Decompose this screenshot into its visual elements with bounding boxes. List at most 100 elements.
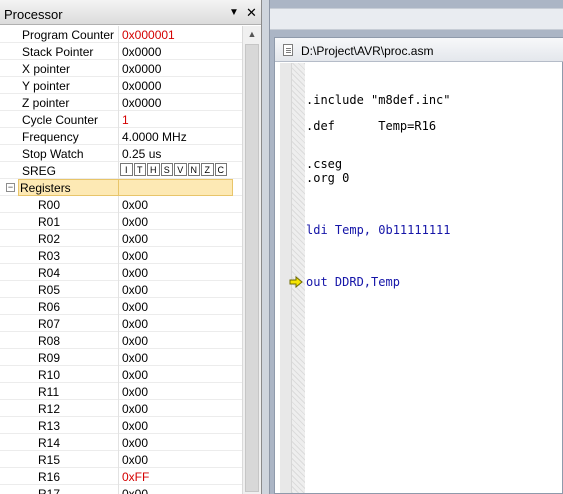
row-label: X pointer: [22, 62, 71, 76]
register-row-r02[interactable]: R02 0x00: [0, 230, 242, 247]
register-row-r13[interactable]: R13 0x00: [0, 417, 242, 434]
register-value: 0x00: [122, 436, 149, 450]
sreg-flag-z[interactable]: Z: [201, 163, 214, 176]
grid-row-cycle-counter[interactable]: Cycle Counter 1: [0, 111, 242, 128]
sreg-flag-c[interactable]: C: [214, 163, 227, 176]
register-value: 0x00: [122, 300, 149, 314]
register-row-r12[interactable]: R12 0x00: [0, 400, 242, 417]
scrollbar-thumb[interactable]: [245, 44, 259, 492]
grid-row-x-pointer[interactable]: X pointer 0x0000: [0, 60, 242, 77]
register-row-r17[interactable]: R17 0x00: [0, 485, 242, 494]
register-row-r06[interactable]: R06 0x00: [0, 298, 242, 315]
register-value: 0x00: [122, 453, 149, 467]
code-line[interactable]: .include "m8def.inc": [306, 93, 451, 107]
scroll-up-arrow-icon[interactable]: ▲: [243, 26, 261, 43]
register-name: R15: [38, 453, 61, 467]
register-row-r04[interactable]: R04 0x00: [0, 264, 242, 281]
document-icon: [283, 44, 293, 56]
register-name: R10: [38, 368, 61, 382]
row-label: SREG: [22, 164, 57, 178]
grid-row-stop-watch[interactable]: Stop Watch 0.25 us: [0, 145, 242, 162]
code-line[interactable]: .org 0: [306, 171, 349, 185]
register-row-r11[interactable]: R11 0x00: [0, 383, 242, 400]
row-value: 0x0000: [122, 79, 162, 93]
register-row-r03[interactable]: R03 0x00: [0, 247, 242, 264]
row-label: Frequency: [22, 130, 79, 144]
register-value: 0x00: [122, 351, 149, 365]
register-name: R11: [38, 385, 60, 399]
register-value: 0x00: [122, 283, 149, 297]
register-value: 0x00: [122, 334, 149, 348]
grid-row-z-pointer[interactable]: Z pointer 0x0000: [0, 94, 242, 111]
register-value: 0x00: [122, 215, 149, 229]
register-row-r07[interactable]: R07 0x00: [0, 315, 242, 332]
register-name: R12: [38, 402, 61, 416]
register-value: 0x00: [122, 249, 149, 263]
register-name: R13: [38, 419, 61, 433]
register-name: R14: [38, 436, 61, 450]
grid-row-program-counter[interactable]: Program Counter 0x000001: [0, 26, 242, 43]
row-value: 0x000001: [122, 28, 175, 42]
processor-property-grid: Program Counter 0x000001 Stack Pointer 0…: [0, 26, 242, 494]
register-value: 0xFF: [122, 470, 150, 484]
processor-panel-titlebar: Processor ▼ ✕: [0, 0, 261, 25]
dropdown-arrow-icon[interactable]: ▼: [229, 7, 239, 18]
register-value: 0x00: [122, 368, 149, 382]
grid-row-frequency[interactable]: Frequency 4.0000 MHz: [0, 128, 242, 145]
grid-group-registers[interactable]: − Registers: [0, 179, 242, 196]
row-label: Program Counter: [22, 28, 115, 42]
register-value: 0x00: [122, 198, 149, 212]
processor-panel: Processor ▼ ✕ Program Counter 0x000001 S…: [0, 0, 262, 494]
sreg-flag-h[interactable]: H: [147, 163, 160, 176]
close-icon[interactable]: ✕: [246, 5, 257, 21]
register-row-r10[interactable]: R10 0x00: [0, 366, 242, 383]
code-line-current[interactable]: out DDRD,Temp: [306, 275, 400, 289]
register-row-r01[interactable]: R01 0x00: [0, 213, 242, 230]
register-name: R17: [38, 487, 61, 494]
register-value: 0x00: [122, 402, 149, 416]
sreg-flag-n[interactable]: N: [187, 163, 200, 176]
editor-file-path: D:\Project\AVR\proc.asm: [301, 44, 434, 58]
row-label: Stack Pointer: [22, 45, 94, 59]
register-name: R16: [38, 470, 61, 484]
execution-arrow-icon: [289, 276, 303, 288]
register-name: R01: [38, 215, 61, 229]
register-row-r09[interactable]: R09 0x00: [0, 349, 242, 366]
register-row-r15[interactable]: R15 0x00: [0, 451, 242, 468]
row-value: 0x0000: [122, 96, 162, 110]
register-value: 0x00: [122, 385, 149, 399]
register-name: R03: [38, 249, 61, 263]
register-name: R05: [38, 283, 61, 297]
code-line[interactable]: .cseg: [306, 157, 342, 171]
group-label: Registers: [20, 181, 71, 195]
row-label: Y pointer: [22, 79, 70, 93]
row-label: Cycle Counter: [22, 113, 99, 127]
grid-row-sreg[interactable]: SREG I T H S V N Z C: [0, 162, 242, 179]
register-value: 0x00: [122, 487, 149, 494]
panel-splitter[interactable]: [262, 0, 270, 494]
register-row-r14[interactable]: R14 0x00: [0, 434, 242, 451]
register-row-r08[interactable]: R08 0x00: [0, 332, 242, 349]
sreg-flag-i[interactable]: I: [120, 163, 133, 176]
register-row-r05[interactable]: R05 0x00: [0, 281, 242, 298]
register-row-r16[interactable]: R16 0xFF: [0, 468, 242, 485]
register-value: 0x00: [122, 232, 149, 246]
code-line[interactable]: .def Temp=R16: [306, 119, 436, 133]
row-value: 0x0000: [122, 62, 162, 76]
register-name: R09: [38, 351, 61, 365]
register-row-r00[interactable]: R00 0x00: [0, 196, 242, 213]
grid-row-y-pointer[interactable]: Y pointer 0x0000: [0, 77, 242, 94]
sreg-flag-v[interactable]: V: [174, 163, 187, 176]
sreg-flag-s[interactable]: S: [160, 163, 173, 176]
sreg-flag-t[interactable]: T: [133, 163, 146, 176]
code-line[interactable]: ldi Temp, 0b11111111: [306, 223, 451, 237]
collapse-icon[interactable]: −: [6, 183, 15, 192]
sreg-flags: I T H S V N Z C: [120, 163, 228, 177]
register-name: R07: [38, 317, 61, 331]
row-value: 1: [122, 113, 129, 127]
editor-titlebar[interactable]: D:\Project\AVR\proc.asm: [275, 38, 563, 62]
editor-window[interactable]: D:\Project\AVR\proc.asm .include "m8def.…: [274, 37, 563, 494]
grid-row-stack-pointer[interactable]: Stack Pointer 0x0000: [0, 43, 242, 60]
processor-scrollbar[interactable]: ▲: [242, 26, 261, 494]
row-value: 0x0000: [122, 45, 162, 59]
